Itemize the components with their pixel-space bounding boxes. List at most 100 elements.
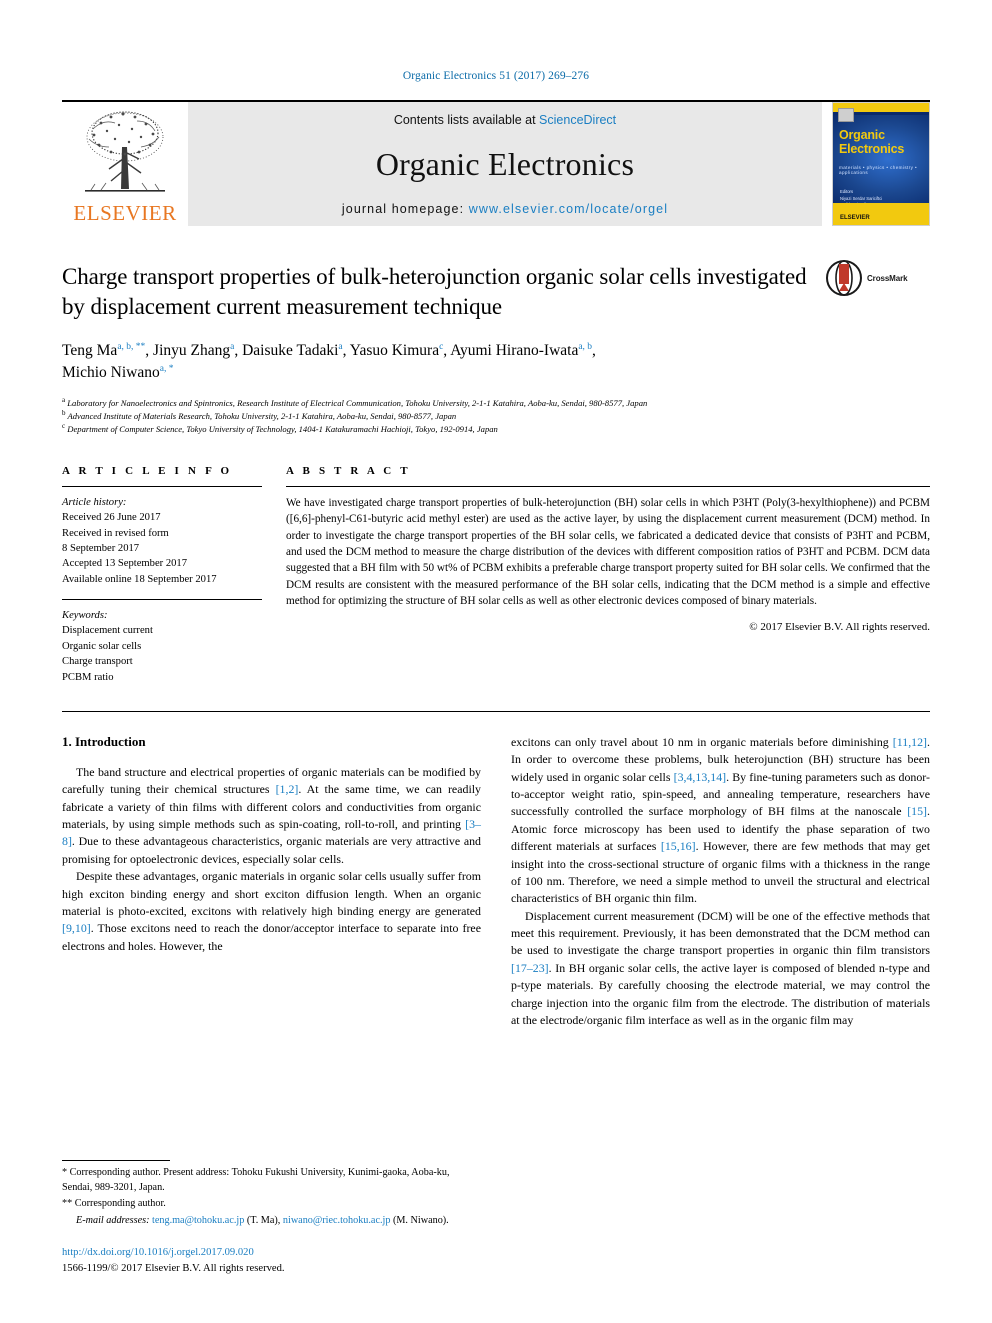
history-item: Received in revised form <box>62 527 169 539</box>
affiliation-text: Laboratory for Nanoelectronics and Spint… <box>67 397 648 408</box>
cover-bottom-bar <box>833 203 929 225</box>
cover-title-line1: Organic <box>839 128 885 142</box>
abstract-text: We have investigated charge transport pr… <box>286 496 930 608</box>
email-link-1[interactable]: teng.ma@tohoku.ac.jp <box>152 1215 244 1226</box>
abstract-column: A B S T R A C T We have investigated cha… <box>286 465 930 685</box>
sciencedirect-link[interactable]: ScienceDirect <box>539 113 616 127</box>
affiliation-item: b Advanced Institute of Materials Resear… <box>62 409 930 422</box>
citation-ref[interactable]: [1,2] <box>276 782 299 796</box>
history-item: Available online 18 September 2017 <box>62 573 217 585</box>
abstract-heading: A B S T R A C T <box>286 464 411 477</box>
author-separator: , <box>592 341 596 359</box>
cover-title-line2: Electronics <box>839 141 905 156</box>
affiliation-marker: c <box>62 421 66 430</box>
cover-publisher-logo: ELSEVIER <box>840 215 870 221</box>
email-owner-1: (T. Ma), <box>246 1215 281 1227</box>
affiliation-marker: a <box>62 395 66 404</box>
paragraph-text: . In BH organic solar cells, the active … <box>511 960 930 1027</box>
paragraph-text: . Due to these advantageous characterist… <box>62 834 481 866</box>
citation-ref[interactable]: [3,4,13,14] <box>674 770 727 784</box>
paragraph-text: . Those excitons need to reach the donor… <box>62 921 481 953</box>
crossmark-icon <box>826 260 862 296</box>
paragraph: Displacement current measurement (DCM) w… <box>511 908 930 1030</box>
journal-homepage-line: journal homepage: www.elsevier.com/locat… <box>342 202 668 216</box>
article-history-label: Article history: <box>62 496 127 508</box>
author-name: , Daisuke Tadaki <box>234 341 339 359</box>
homepage-prefix: journal homepage: <box>341 202 469 216</box>
journal-title: Organic Electronics <box>375 146 635 182</box>
author-name: , Ayumi Hirano-Iwata <box>443 341 579 359</box>
email-label: E-mail addresses: <box>76 1215 150 1227</box>
journal-masthead: ELSEVIER Contents lists available at Sci… <box>62 100 930 226</box>
abstract-copyright: © 2017 Elsevier B.V. All rights reserved… <box>749 621 930 634</box>
paragraph: Despite these advantages, organic materi… <box>62 868 481 955</box>
section-title-introduction: 1. Introduction <box>62 733 146 749</box>
journal-cover-thumbnail[interactable]: Organic Electronics materials • physics … <box>832 102 930 226</box>
affiliation-item: c Department of Computer Science, Tokyo … <box>62 422 930 435</box>
citation-ref[interactable]: [15,16] <box>661 839 696 853</box>
crossmark-label: CrossMark <box>867 273 908 283</box>
journal-homepage-link[interactable]: www.elsevier.com/locate/orgel <box>469 202 668 216</box>
citation-ref[interactable]: [9,10] <box>62 921 91 935</box>
author-name: Michio Niwano <box>62 363 160 381</box>
divider <box>62 710 930 712</box>
author-affil-marker: a, * <box>159 363 174 374</box>
divider <box>62 599 262 601</box>
footnote-corresponding-2: ** Corresponding author. <box>62 1197 166 1209</box>
citation-ref[interactable]: [17–23] <box>511 961 549 975</box>
cover-title: Organic Electronics <box>839 128 925 156</box>
doi-link[interactable]: http://dx.doi.org/10.1016/j.orgel.2017.0… <box>62 1245 462 1261</box>
author-name: , Jinyu Zhang <box>145 341 231 359</box>
paragraph-text: Displacement current measurement (DCM) w… <box>511 908 930 958</box>
email-link-2[interactable]: niwano@riec.tohoku.ac.jp <box>283 1215 391 1226</box>
cover-badge-icon <box>838 108 854 122</box>
footnote-emails: E-mail addresses: teng.ma@tohoku.ac.jp (… <box>62 1214 462 1229</box>
article-title: Charge transport properties of bulk-hete… <box>62 264 807 319</box>
affiliation-item: a Laboratory for Nanoelectronics and Spi… <box>62 396 930 409</box>
paragraph-text: Despite these advantages, organic materi… <box>62 869 481 918</box>
affiliation-list: a Laboratory for Nanoelectronics and Spi… <box>62 396 930 435</box>
author-name: , Yasuo Kimura <box>342 341 440 359</box>
affiliation-text: Advanced Institute of Materials Research… <box>67 410 457 421</box>
affiliation-text: Department of Computer Science, Tokyo Un… <box>67 423 498 434</box>
crossmark-badge[interactable]: CrossMark <box>826 258 930 298</box>
elsevier-wordmark: ELSEVIER <box>73 201 177 225</box>
article-page: Organic Electronics 51 (2017) 269–276 EL… <box>0 0 992 1323</box>
citation-ref[interactable]: [11,12] <box>893 735 927 749</box>
keyword-item: PCBM ratio <box>62 671 114 683</box>
keyword-item: Charge transport <box>62 656 133 668</box>
body-column-right: excitons can only travel about 10 nm in … <box>511 734 930 1029</box>
author-affil-marker: a, b, ** <box>117 341 146 352</box>
footnote-block: * Corresponding author. Present address:… <box>62 1160 462 1277</box>
info-abstract-row: A R T I C L E I N F O Article history: R… <box>62 465 930 685</box>
title-block: Charge transport properties of bulk-hete… <box>62 260 930 322</box>
doi-block: http://dx.doi.org/10.1016/j.orgel.2017.0… <box>62 1245 462 1277</box>
issn-copyright: 1566-1199/© 2017 Elsevier B.V. All right… <box>62 1263 285 1275</box>
elsevier-tree-icon <box>85 111 165 192</box>
body-column-left: 1. Introduction The band structure and e… <box>62 734 481 1029</box>
footnote-corresponding-1: * Corresponding author. Present address:… <box>62 1167 450 1193</box>
article-history: Article history: Received 26 June 2017 R… <box>62 495 262 587</box>
running-head: Organic Electronics 51 (2017) 269–276 <box>402 70 590 82</box>
citation-ref[interactable]: [15] <box>907 804 927 818</box>
paragraph: excitons can only travel about 10 nm in … <box>511 734 930 908</box>
keyword-item: Displacement current <box>62 625 153 637</box>
divider <box>62 485 262 487</box>
author-affil-marker: a, b <box>578 341 593 352</box>
article-info-heading: A R T I C L E I N F O <box>62 464 233 477</box>
footnote-divider <box>62 1160 170 1162</box>
contents-available-line: Contents lists available at ScienceDirec… <box>394 113 616 127</box>
keywords-label: Keywords: <box>62 610 108 622</box>
divider <box>286 485 930 487</box>
article-info-column: A R T I C L E I N F O Article history: R… <box>62 465 262 685</box>
history-item: Received 26 June 2017 <box>62 512 161 524</box>
history-item: 8 September 2017 <box>62 543 140 555</box>
contents-prefix: Contents lists available at <box>393 113 540 127</box>
keyword-list: Keywords: Displacement current Organic s… <box>62 608 262 685</box>
paragraph: The band structure and electrical proper… <box>62 764 481 868</box>
cover-subtitle: materials • physics • chemistry • applic… <box>839 165 918 175</box>
elsevier-logo: ELSEVIER <box>62 102 188 226</box>
author-name: Teng Ma <box>62 341 118 359</box>
affiliation-marker: b <box>62 408 66 417</box>
history-item: Accepted 13 September 2017 <box>62 558 188 570</box>
